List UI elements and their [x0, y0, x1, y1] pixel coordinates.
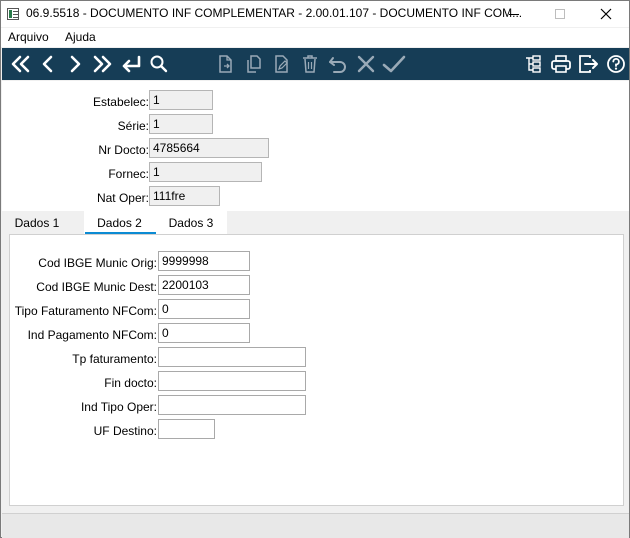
title-bar[interactable]: 06.9.5518 - DOCUMENTO INF COMPLEMENTAR -…: [1, 1, 629, 27]
cod-ibge-orig-label: Cod IBGE Munic Orig:: [38, 256, 157, 270]
chevron-left-icon: [42, 55, 53, 73]
ind-pagamento-label: Ind Pagamento NFCom:: [27, 328, 157, 342]
ind-tipo-oper-label: Ind Tipo Oper:: [80, 400, 157, 414]
window-title: 06.9.5518 - DOCUMENTO INF COMPLEMENTAR -…: [26, 6, 523, 20]
help-button[interactable]: [603, 51, 629, 77]
tp-faturamento-field[interactable]: [158, 347, 306, 367]
menu-bar: Arquivo Ajuda: [1, 28, 629, 47]
status-bar: [2, 513, 629, 538]
first-record-button[interactable]: [7, 51, 33, 77]
double-chevron-right-icon: [93, 55, 112, 73]
new-document-icon: [219, 55, 232, 73]
menu-arquivo[interactable]: Arquivo: [8, 30, 49, 44]
ind-pagamento-field[interactable]: 0: [158, 323, 250, 343]
fornec-field[interactable]: 1: [149, 162, 262, 182]
ind-tipo-oper-field[interactable]: [158, 395, 306, 415]
fornec-label: Fornec:: [108, 167, 149, 181]
print-button[interactable]: [548, 51, 574, 77]
nat-oper-label: Nat Oper:: [96, 191, 149, 205]
serie-label: Série:: [117, 119, 149, 133]
exit-door-icon: [579, 55, 598, 73]
edit-record-button[interactable]: [269, 51, 295, 77]
double-chevron-left-icon: [11, 55, 30, 73]
last-record-button[interactable]: [90, 51, 116, 77]
nr-docto-label: Nr Docto:: [98, 143, 149, 157]
copy-record-button[interactable]: [241, 51, 267, 77]
toolbar: [2, 48, 629, 80]
cod-ibge-dest-label: Cod IBGE Munic Dest:: [36, 280, 157, 294]
confirm-button[interactable]: [381, 51, 407, 77]
application-window: 06.9.5518 - DOCUMENTO INF COMPLEMENTAR -…: [0, 0, 630, 538]
cod-ibge-orig-field[interactable]: 9999998: [158, 251, 250, 271]
tree-view-button[interactable]: [520, 51, 546, 77]
menu-ajuda[interactable]: Ajuda: [65, 30, 96, 44]
uf-destino-label: UF Destino:: [93, 424, 157, 438]
tipo-faturamento-field[interactable]: 0: [158, 299, 250, 319]
serie-field[interactable]: 1: [149, 114, 213, 134]
printer-icon: [551, 55, 571, 73]
tree-structure-icon: [526, 55, 541, 73]
app-icon: [7, 8, 19, 20]
tp-faturamento-label: Tp faturamento:: [72, 352, 157, 366]
uf-destino-field[interactable]: [158, 419, 215, 439]
help-question-icon: [607, 55, 625, 73]
copy-icon: [247, 55, 261, 73]
new-record-button[interactable]: [213, 51, 239, 77]
nr-docto-field[interactable]: 4785664: [149, 138, 269, 158]
edit-document-icon: [275, 55, 288, 73]
maximize-icon: [555, 9, 565, 19]
cancel-button[interactable]: [353, 51, 379, 77]
trash-icon: [303, 55, 317, 73]
close-button[interactable]: [583, 1, 629, 27]
minimize-icon: [509, 14, 519, 15]
cancel-x-icon: [357, 55, 375, 73]
cod-ibge-dest-field[interactable]: 2200103: [158, 275, 250, 295]
delete-record-button[interactable]: [297, 51, 323, 77]
enter-arrow-icon: [122, 55, 141, 73]
estabelec-label: Estabelec:: [92, 95, 149, 109]
tab-dados-1[interactable]: Dados 1: [2, 211, 72, 235]
estabelec-field[interactable]: 1: [149, 90, 213, 110]
previous-record-button[interactable]: [35, 51, 61, 77]
nat-oper-field[interactable]: 111fre: [149, 186, 220, 206]
checkmark-icon: [382, 55, 406, 73]
tab-dados-3[interactable]: Dados 3: [155, 211, 227, 235]
search-icon: [150, 55, 168, 73]
tipo-faturamento-label: Tipo Faturamento NFCom:: [14, 304, 157, 318]
undo-button[interactable]: [325, 51, 351, 77]
header-panel: Estabelec: 1 Série: 1 Nr Docto: 4785664 …: [2, 81, 629, 212]
minimize-button[interactable]: [491, 1, 537, 27]
goto-record-button[interactable]: [118, 51, 144, 77]
fin-docto-field[interactable]: [158, 371, 306, 391]
undo-icon: [329, 57, 346, 73]
search-button[interactable]: [146, 51, 172, 77]
exit-button[interactable]: [576, 51, 602, 77]
chevron-right-icon: [70, 55, 81, 73]
tab-panel-dados-2: Cod IBGE Munic Orig: 9999998 Cod IBGE Mu…: [9, 234, 624, 506]
next-record-button[interactable]: [62, 51, 88, 77]
fin-docto-label: Fin docto:: [104, 376, 157, 390]
close-icon: [600, 8, 612, 20]
maximize-button[interactable]: [537, 1, 583, 27]
